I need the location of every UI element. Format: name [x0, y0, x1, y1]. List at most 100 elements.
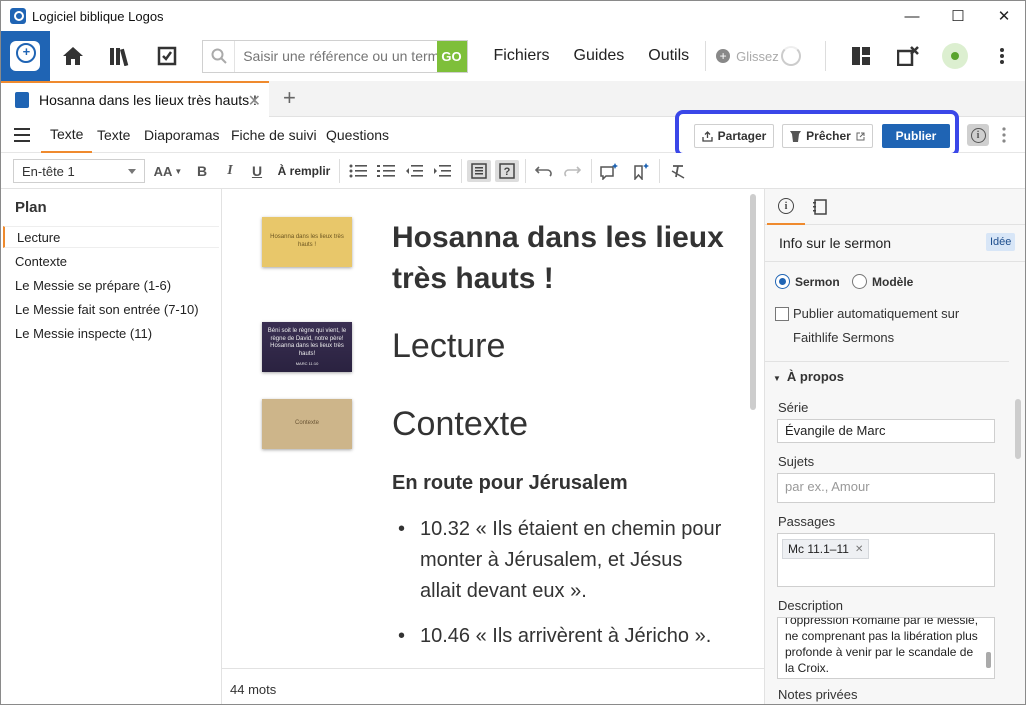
chevron-down-icon	[128, 169, 136, 174]
layout-button[interactable]	[838, 31, 885, 81]
document-tab[interactable]: Hosanna dans les lieux très hauts ! ✕	[1, 81, 269, 117]
account-button[interactable]	[931, 31, 978, 81]
auto-publish-label-2: Faithlife Sermons	[793, 330, 895, 345]
radio-sermon[interactable]	[775, 274, 790, 289]
clear-format-icon	[671, 165, 685, 179]
go-button[interactable]: GO	[436, 40, 467, 72]
slide-thumbnail-contexte[interactable]: Contexte	[262, 399, 352, 449]
info-toggle-button[interactable]: i	[967, 124, 989, 146]
slide-thumbnail-text: Hosanna dans les lieux très hauts !	[270, 234, 344, 248]
subtab-fiche-de-suivi[interactable]: Fiche de suivi	[231, 117, 317, 153]
format-divider	[659, 159, 660, 183]
close-tab-button[interactable]: ✕	[248, 91, 261, 111]
indent-button[interactable]	[431, 160, 453, 182]
slide-thumbnail-text: Contexte	[294, 420, 319, 427]
outline-item-contexte[interactable]: Contexte	[3, 250, 219, 272]
slide-thumbnail-title[interactable]: Hosanna dans les lieux très hauts !	[262, 217, 352, 267]
tasks-button[interactable]	[143, 31, 190, 81]
subtab-texte[interactable]: Texte	[97, 117, 130, 153]
fill-in-button[interactable]: À remplir	[277, 160, 331, 182]
radio-modele[interactable]	[852, 274, 867, 289]
document-editor[interactable]: Hosanna dans les lieux très hauts ! Béni…	[222, 189, 764, 704]
document-scrollbar[interactable]	[750, 194, 756, 410]
clear-format-button[interactable]	[667, 160, 689, 182]
more-menu-button[interactable]	[978, 31, 1025, 81]
insert-comment-button[interactable]	[597, 160, 621, 182]
subtab-diaporamas[interactable]: Diaporamas	[144, 117, 219, 153]
block-button[interactable]	[467, 160, 491, 182]
outdent-button[interactable]	[403, 160, 425, 182]
share-button[interactable]: Partager	[694, 124, 774, 148]
menu-guides[interactable]: Guides	[574, 47, 625, 65]
add-tab-button[interactable]: +	[283, 85, 296, 111]
block-icon	[471, 163, 487, 179]
serie-field[interactable]: Évangile de Marc	[777, 419, 995, 443]
redo-button[interactable]	[561, 160, 583, 182]
library-button[interactable]	[97, 31, 144, 81]
share-label: Partager	[717, 129, 767, 143]
numbered-list-icon	[377, 165, 395, 177]
search-box: GO	[202, 39, 468, 73]
info-icon: i	[970, 127, 986, 143]
checklist-icon	[157, 46, 177, 66]
slide-thumbnail-lecture[interactable]: Béni soit le règne qui vient, le règne d…	[262, 322, 352, 372]
description-text: l'oppression Romaine par le Messie, ne c…	[785, 617, 979, 675]
home-button[interactable]	[50, 31, 97, 81]
publish-actions-highlight: Partager Prêcher Publier	[675, 110, 959, 157]
description-field[interactable]: l'oppression Romaine par le Messie, ne c…	[777, 617, 995, 679]
indent-icon	[434, 165, 451, 177]
document-tab-label: Hosanna dans les lieux très hauts !	[39, 92, 257, 108]
toolbar-divider	[705, 41, 707, 71]
paragraph-style-select[interactable]: En-tête 1	[13, 159, 145, 183]
outline-item-lecture[interactable]: Lecture	[3, 226, 219, 248]
tab-info[interactable]: i	[767, 189, 805, 225]
outline-item-entree[interactable]: Le Messie fait son entrée (7-10)	[3, 298, 219, 320]
formatting-toolbar: En-tête 1 AA ▼ B I U À remplir ?	[1, 153, 1025, 189]
subtab-texte-active[interactable]: Texte	[41, 117, 93, 153]
sidebar-scrollbar[interactable]	[1015, 399, 1021, 459]
bookmark-sparkle-button[interactable]	[629, 160, 653, 182]
publish-button[interactable]: Publier	[882, 124, 950, 148]
font-size-button[interactable]: AA ▼	[153, 160, 183, 182]
outline-item-prepare[interactable]: Le Messie se prépare (1-6)	[3, 274, 219, 296]
maximize-button[interactable]: ☐	[935, 1, 981, 31]
menu-outils[interactable]: Outils	[648, 47, 689, 65]
outline-item-inspecte[interactable]: Le Messie inspecte (11)	[3, 322, 219, 344]
question-button[interactable]: ?	[495, 160, 519, 182]
heading-contexte: Contexte	[392, 405, 529, 443]
preach-button[interactable]: Prêcher	[782, 124, 873, 148]
divider	[765, 261, 1025, 262]
subtab-questions[interactable]: Questions	[326, 117, 389, 153]
menu-fichiers[interactable]: Fichiers	[494, 47, 550, 65]
drag-target[interactable]: + Glissez	[716, 46, 801, 66]
close-panels-button[interactable]	[885, 31, 932, 81]
subbar-more-button[interactable]	[1001, 127, 1007, 148]
question-icon: ?	[499, 163, 515, 179]
about-section-toggle[interactable]: ▼ À propos	[773, 369, 844, 384]
minimize-button[interactable]: —	[889, 1, 935, 31]
underline-button[interactable]: U	[248, 160, 266, 182]
close-window-button[interactable]: ✕	[981, 1, 1025, 31]
passages-field[interactable]: Mc 11.1–11 ✕	[777, 533, 995, 587]
bold-button[interactable]: B	[193, 160, 211, 182]
auto-publish-checkbox[interactable]	[775, 307, 789, 321]
italic-button[interactable]: I	[221, 160, 239, 182]
numbered-list-button[interactable]	[375, 160, 397, 182]
bullet-item: 10.46 « Ils arrivèrent à Jéricho ».	[398, 621, 728, 652]
bullet-list-button[interactable]	[347, 160, 369, 182]
description-scrollbar[interactable]	[986, 652, 991, 668]
undo-button[interactable]	[533, 160, 555, 182]
sujets-field[interactable]: par ex., Amour	[777, 473, 995, 503]
tab-notes[interactable]	[801, 189, 839, 225]
format-divider	[591, 159, 592, 183]
remove-chip-icon[interactable]: ✕	[855, 544, 863, 555]
logos-logo-button[interactable]	[1, 31, 50, 81]
pulpit-icon	[790, 131, 802, 142]
caret-down-icon: ▼	[773, 374, 781, 383]
title-bar: Logiciel biblique Logos — ☐ ✕	[1, 1, 1025, 31]
search-input[interactable]	[235, 48, 437, 64]
external-link-icon	[856, 132, 865, 140]
hamburger-menu-button[interactable]	[14, 128, 30, 142]
notes-label: Notes privées	[778, 687, 858, 702]
avatar	[941, 43, 968, 69]
